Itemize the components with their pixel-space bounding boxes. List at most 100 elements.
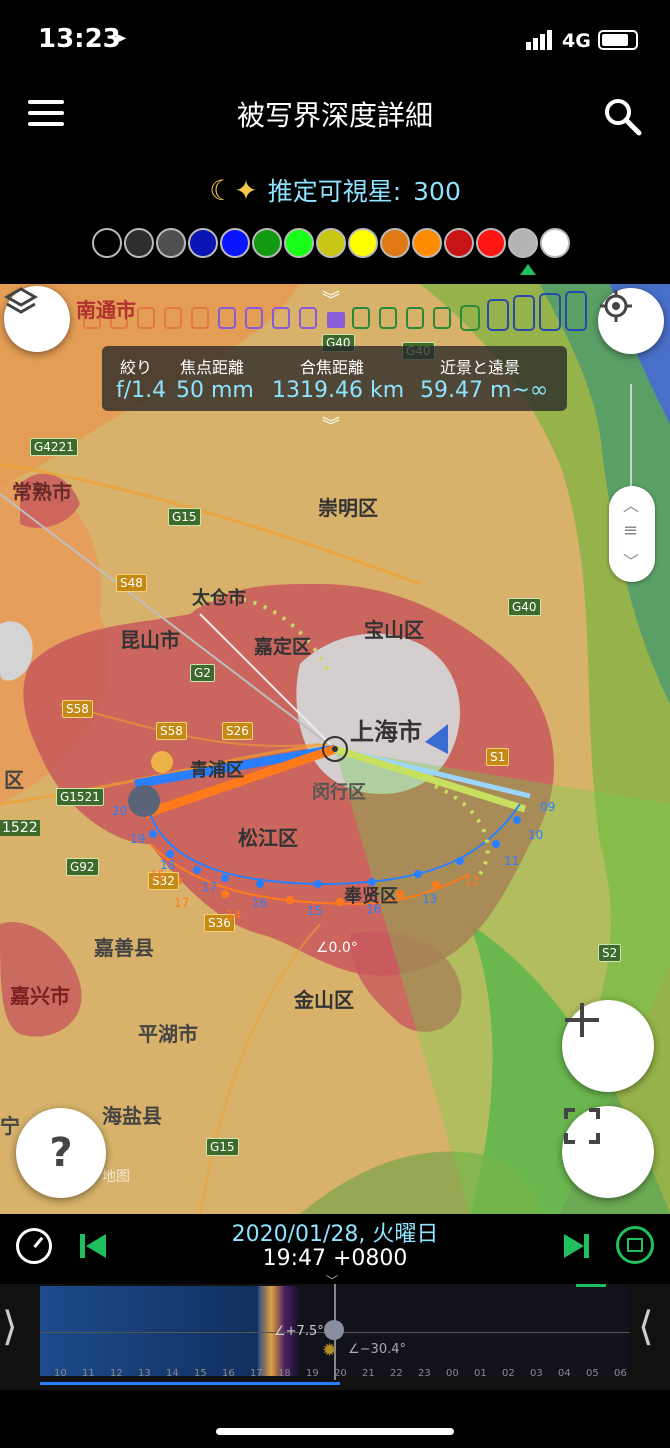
timeline-hour-label: 01: [474, 1368, 487, 1379]
sun-altitude: ∠−30.4°: [348, 1342, 406, 1357]
road-shield: G40: [508, 598, 541, 616]
status-time: 13:23: [38, 24, 121, 54]
road-shield: G4221: [30, 438, 78, 456]
timeline-hour-label: 03: [530, 1368, 543, 1379]
hour-label: 13: [422, 892, 438, 906]
focus-distance-value: 1319.46 km: [272, 378, 405, 403]
timeline-hour-label: 22: [390, 1368, 403, 1379]
hour-label: 15: [307, 904, 323, 918]
zoom-in-button[interactable]: [562, 1000, 654, 1092]
location-arrow-icon: ➤: [112, 28, 128, 49]
map-view[interactable]: 南通市 常熟市 崇明区 太仓市 昆山市 嘉定区 宝山区 上海市 青浦区 闵行区 …: [0, 284, 670, 1214]
place-label: 常熟市: [12, 480, 72, 504]
place-label: 昆山市: [120, 628, 180, 652]
timeline-night-band: [298, 1286, 628, 1376]
hour-label: 19: [130, 832, 146, 846]
color-swatch[interactable]: [476, 228, 506, 258]
road-shield: G92: [66, 858, 99, 876]
chevron-right-icon[interactable]: ⟨: [638, 1304, 654, 1350]
crosshair-icon: [600, 290, 632, 322]
focal-length-value: 50 mm: [176, 378, 254, 403]
fullscreen-button[interactable]: [562, 1106, 654, 1198]
color-swatch[interactable]: [412, 228, 442, 258]
place-label: 宁: [0, 1114, 20, 1138]
chevron-down-icon[interactable]: ﹀: [326, 1272, 338, 1289]
zoom-slider-handle[interactable]: ︿ ≡ ﹀: [609, 486, 655, 582]
timeline-hour-label: 15: [194, 1368, 207, 1379]
question-icon: ?: [49, 1130, 73, 1176]
hour-label: 11: [504, 854, 520, 868]
road-shield: G15: [206, 1138, 239, 1156]
battery-icon: [598, 30, 638, 50]
chevron-down-icon[interactable]: ︾: [322, 286, 340, 312]
layers-button[interactable]: [4, 286, 70, 352]
light-pollution-swatches: [92, 228, 570, 260]
place-label: 青浦区: [190, 760, 244, 781]
moon-altitude: ∠+7.5°: [274, 1324, 324, 1339]
hour-label: 15: [150, 868, 166, 882]
road-shield: G15: [168, 508, 201, 526]
place-label: 嘉兴市: [10, 984, 70, 1008]
chevron-down-icon: ﹀: [623, 552, 640, 571]
hour-label: 17: [174, 896, 190, 910]
timeline-hour-label: 18: [278, 1368, 291, 1379]
color-swatch[interactable]: [156, 228, 186, 258]
timeline-hour-label: 11: [82, 1368, 95, 1379]
sun-icon: ✹: [322, 1340, 338, 1361]
home-indicator: [216, 1428, 454, 1435]
fullscreen-icon: [564, 1108, 600, 1144]
plus-icon: [565, 1003, 599, 1037]
calendar-icon[interactable]: [616, 1226, 654, 1264]
search-icon[interactable]: [602, 96, 644, 136]
skip-forward-icon[interactable]: [562, 1232, 590, 1260]
moon-icon: [324, 1320, 344, 1340]
color-swatch[interactable]: [188, 228, 218, 258]
place-label: 宝山区: [364, 618, 424, 642]
near-far-label: 近景と遠景: [440, 358, 521, 377]
timeline-hour-label: 02: [502, 1368, 515, 1379]
locate-button[interactable]: [598, 288, 664, 354]
timeline-hour-label: 10: [54, 1368, 67, 1379]
timeline-hour-label: 23: [418, 1368, 431, 1379]
place-label: 崇明区: [318, 496, 378, 520]
swatch-selected-indicator: [520, 264, 536, 275]
place-label: 南通市: [76, 298, 136, 322]
place-label: 闵行区: [312, 782, 366, 803]
road-shield: S58: [156, 722, 187, 740]
handle-lines-icon: ≡: [623, 520, 639, 541]
road-shield: S48: [116, 574, 147, 592]
help-button[interactable]: ?: [16, 1108, 106, 1198]
color-swatch[interactable]: [444, 228, 474, 258]
layers-icon: [4, 287, 38, 314]
chevron-down-icon[interactable]: ︾: [322, 412, 340, 438]
dof-info-panel[interactable]: 絞り f/1.4 焦点距離 50 mm 合焦距離 1319.46 km 近景と遠…: [102, 346, 567, 411]
color-swatch[interactable]: [508, 228, 538, 258]
chevron-left-icon[interactable]: ⟩: [2, 1304, 18, 1350]
color-swatch[interactable]: [348, 228, 378, 258]
road-shield: G2: [190, 664, 215, 682]
color-swatch[interactable]: [316, 228, 346, 258]
place-label: 嘉定区: [254, 636, 312, 658]
color-swatch[interactable]: [252, 228, 282, 258]
color-swatch[interactable]: [540, 228, 570, 258]
moon-stars-icon: ☾✦: [209, 174, 258, 207]
timeline-day-band: [40, 1286, 260, 1376]
color-swatch[interactable]: [380, 228, 410, 258]
color-swatch[interactable]: [124, 228, 154, 258]
color-swatch[interactable]: [284, 228, 314, 258]
timeline-hour-label: 13: [138, 1368, 151, 1379]
hour-label: 16: [366, 902, 382, 916]
place-label: 区: [4, 768, 24, 792]
color-swatch[interactable]: [92, 228, 122, 258]
focal-length-label: 焦点距離: [180, 358, 245, 377]
road-shield: S26: [222, 722, 253, 740]
hour-label: 14: [226, 908, 242, 922]
timeline-hour-label: 12: [110, 1368, 123, 1379]
road-shield: S58: [62, 700, 93, 718]
place-label: 1522: [0, 820, 40, 836]
visible-stars-value: 300: [413, 177, 461, 206]
signal-icon: [526, 30, 552, 50]
timeline-hour-label: 20: [334, 1368, 347, 1379]
color-swatch[interactable]: [220, 228, 250, 258]
page-title: 被写界深度詳細: [236, 99, 433, 132]
